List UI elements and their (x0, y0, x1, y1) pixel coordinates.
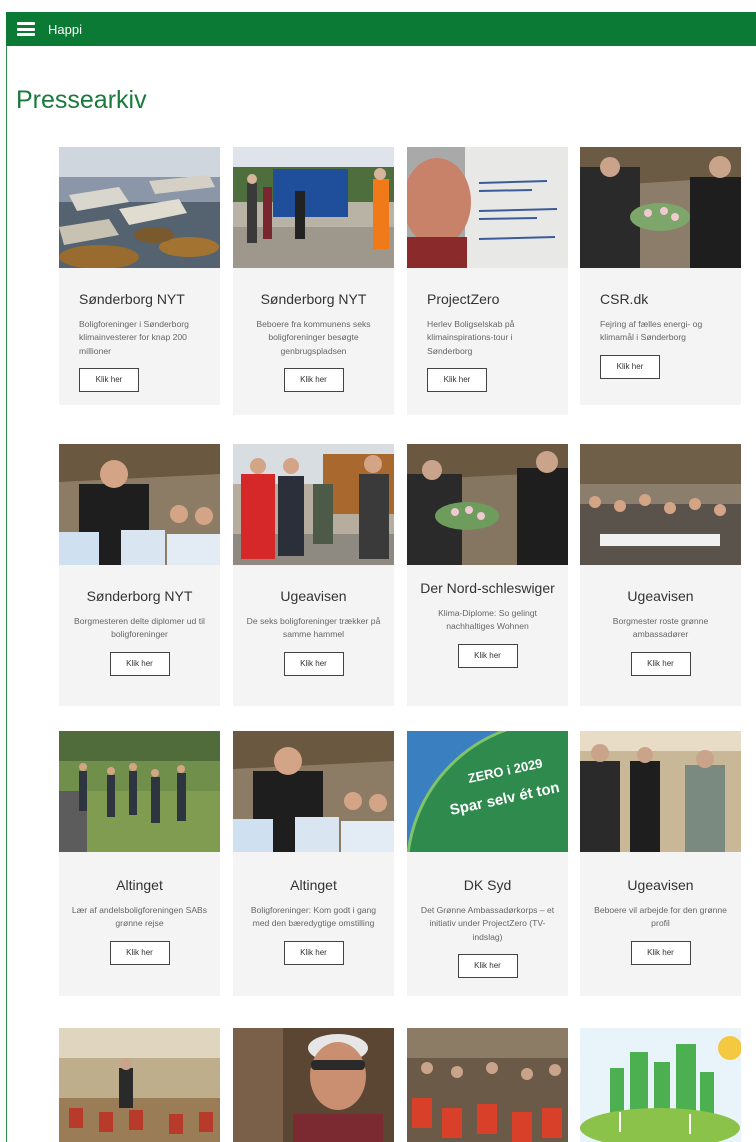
article-card: Sønderborg NYT Beboere fra kommunens sek… (233, 147, 394, 415)
article-source: Sønderborg NYT (86, 588, 193, 604)
aerial-housing-photo (59, 147, 220, 268)
green-city-illustration (580, 1028, 741, 1142)
audience-chairs-photo (407, 1028, 568, 1142)
top-navigation-bar: Happi (6, 12, 756, 46)
app-title[interactable]: Happi (48, 22, 82, 37)
article-source: Altinget (290, 877, 337, 893)
article-description: Herlev Boligselskab på klimainspirations… (427, 319, 515, 356)
klik-her-button[interactable]: Klik her (283, 367, 344, 392)
klik-her-button[interactable]: Klik her (283, 651, 344, 676)
article-source: Ugeavisen (627, 588, 694, 604)
article-card: ZERO i 2029 Spar selv ét ton DK Syd Det … (407, 731, 568, 996)
article-source: DK Syd (463, 877, 512, 893)
flower-award-photo (407, 444, 568, 565)
portrait-photo (233, 1028, 394, 1142)
group-outdoor-photo (233, 444, 394, 565)
article-card: Altinget Lær af andelsboligforeningen SA… (59, 731, 220, 996)
article-description: Fejring af fælles energi- og klimamål i … (600, 319, 703, 343)
article-description: Klima-Diplome: So gelingt nachhaltiges W… (438, 608, 537, 632)
klik-her-button[interactable]: Klik her (457, 643, 518, 668)
klik-her-button[interactable]: Klik her (630, 940, 691, 965)
article-card: Ugeavisen Beboere vil arbejde for den gr… (580, 731, 741, 996)
article-card: Ugeavisen Borgmester roste grønne ambass… (580, 444, 741, 706)
meeting-hall-photo (59, 1028, 220, 1142)
field-walk-photo (59, 731, 220, 852)
article-description: Borgmester roste grønne ambassadører (612, 616, 709, 640)
article-description: Det Grønne Ambassadørkorps – et initiati… (420, 905, 555, 942)
presentation-photo (407, 147, 568, 268)
article-card: CSR.dk Fejring af fælles energi- og klim… (580, 147, 741, 405)
article-card (59, 1028, 220, 1142)
article-card (407, 1028, 568, 1142)
article-source: ProjectZero (427, 291, 500, 307)
article-description: De seks boligforeninger trækker på samme… (246, 616, 381, 640)
article-source: Der Nord-schleswiger (420, 580, 555, 596)
page-title: Pressearkiv (16, 86, 147, 114)
award-ceremony-photo (580, 147, 741, 268)
article-description: Beboere vil arbejde for den grønne profi… (594, 905, 727, 929)
klik-her-button[interactable]: Klik her (109, 940, 170, 965)
article-description: Boligforeninger i Sønderborg klimainvest… (79, 319, 189, 356)
article-description: Borgmesteren delte diplomer ud til bolig… (74, 616, 205, 640)
article-source: Ugeavisen (280, 588, 347, 604)
left-frame-border (6, 46, 7, 1142)
klik-her-button[interactable]: Klik her (600, 354, 660, 379)
menu-icon[interactable] (17, 22, 35, 36)
article-description: Beboere fra kommunens seks boligforening… (256, 319, 371, 356)
klik-her-button[interactable]: Klik her (79, 367, 139, 392)
article-source: Sønderborg NYT (260, 291, 367, 307)
article-source: Sønderborg NYT (79, 291, 185, 307)
klik-her-button[interactable]: Klik her (630, 651, 691, 676)
recycling-center-photo (233, 147, 394, 268)
diploma-photo (59, 444, 220, 565)
hall-audience-photo (580, 444, 741, 565)
article-source: Altinget (116, 877, 163, 893)
article-card: Altinget Boligforeninger: Kom godt i gan… (233, 731, 394, 996)
article-card: Sønderborg NYT Boligforeninger i Sønderb… (59, 147, 220, 405)
klik-her-button[interactable]: Klik her (109, 651, 170, 676)
klik-her-button[interactable]: Klik her (457, 953, 518, 978)
article-card: ProjectZero Herlev Boligselskab på klima… (407, 147, 568, 415)
article-source: CSR.dk (600, 291, 649, 307)
article-description: Lær af andelsboligforeningen SABs grønne… (71, 905, 208, 929)
diploma-photo-2 (233, 731, 394, 852)
zero-globe-image: ZERO i 2029 Spar selv ét ton (407, 731, 568, 852)
article-card (233, 1028, 394, 1142)
klik-her-button[interactable]: Klik her (283, 940, 344, 965)
article-description: Boligforeninger: Kom godt i gang med den… (250, 905, 377, 929)
article-card: Ugeavisen De seks boligforeninger trække… (233, 444, 394, 706)
klik-her-button[interactable]: Klik her (427, 367, 487, 392)
article-card: Sønderborg NYT Borgmesteren delte diplom… (59, 444, 220, 706)
article-card (580, 1028, 741, 1142)
article-card: Der Nord-schleswiger Klima-Diplome: So g… (407, 444, 568, 706)
article-source: Ugeavisen (627, 877, 694, 893)
reception-photo (580, 731, 741, 852)
